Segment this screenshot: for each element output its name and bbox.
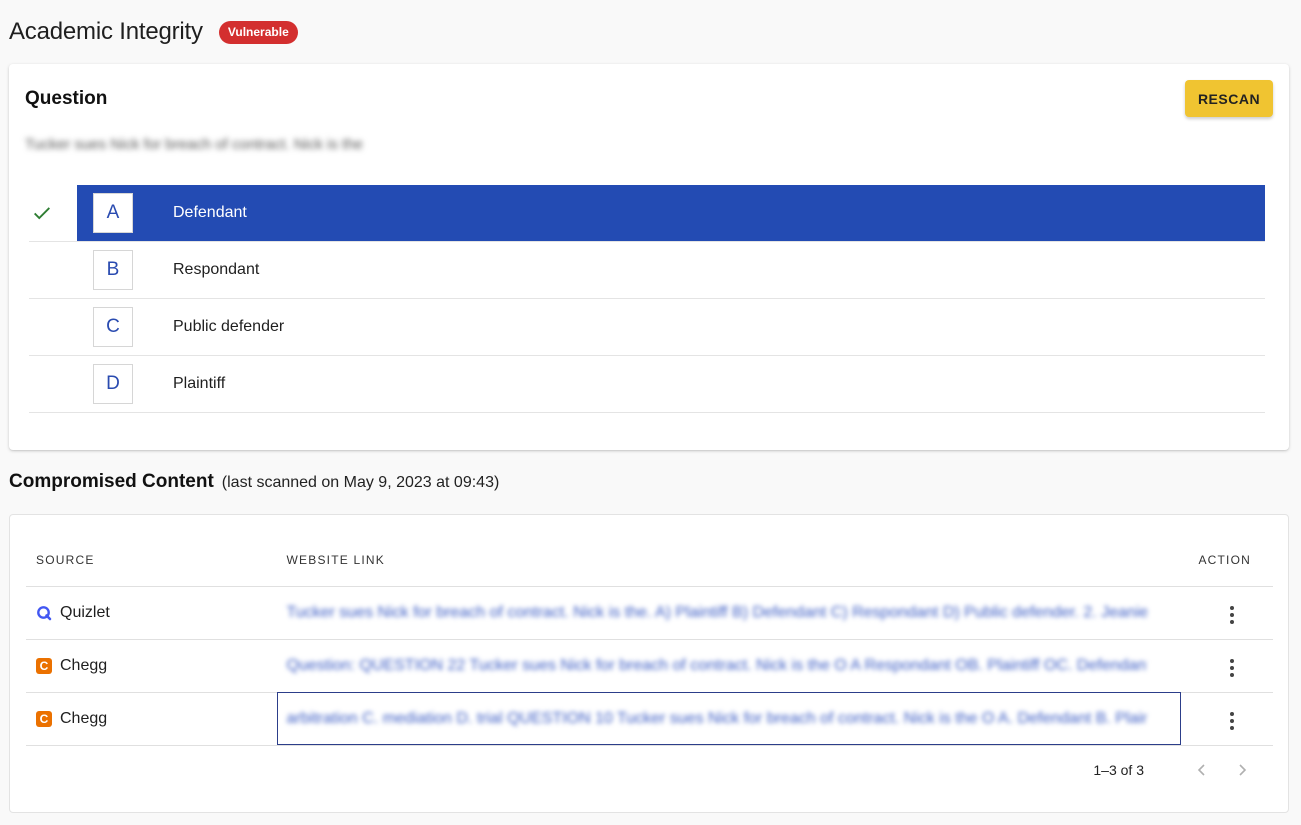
answer-body: A Defendant [77,185,1265,241]
question-text: Tucker sues Nick for breach of contract.… [25,136,363,153]
table-row: Quizlet Tucker sues Nick for breach of c… [26,586,1273,640]
answer-letter: B [93,250,133,290]
question-card: Question RESCAN Tucker sues Nick for bre… [9,64,1289,450]
table-row: C Chegg Question: QUESTION 22 Tucker sue… [26,639,1273,693]
answer-label: Respondant [173,261,260,278]
answer-indicator-empty [29,356,77,412]
answer-letter: D [93,364,133,404]
answer-letter: C [93,307,133,347]
website-link[interactable]: Question: QUESTION 22 Tucker sues Nick f… [276,639,1181,693]
page: Academic Integrity Vulnerable Question R… [0,0,1301,825]
answer-label: Plaintiff [173,375,226,392]
action-cell [1181,692,1273,746]
pagination-range: 1–3 of 3 [1093,762,1144,778]
answer-body: D Plaintiff [77,356,1265,412]
column-header-source: SOURCE [26,535,277,587]
website-link[interactable]: Tucker sues Nick for breach of contract.… [276,586,1181,640]
website-link[interactable]: arbitration C. mediation D. trial QUESTI… [276,692,1181,746]
answer-label: Defendant [173,204,247,221]
last-scanned-text: (last scanned on May 9, 2023 at 09:43) [221,474,500,491]
previous-page-button[interactable] [1190,758,1214,782]
source-cell: C Chegg [26,639,277,693]
compromised-title: Compromised Content [9,471,214,492]
next-page-button[interactable] [1230,758,1254,782]
table-row: C Chegg arbitration C. mediation D. tria… [26,692,1273,746]
answer-label: Public defender [173,318,285,335]
compromised-table: SOURCE WEBSITE LINK ACTION Quizlet Tucke… [26,535,1273,746]
column-header-link: WEBSITE LINK [276,535,1181,587]
action-cell [1181,586,1273,640]
chegg-icon: C [36,657,52,674]
answer-option-b[interactable]: B Respondant [29,242,1265,299]
pagination: 1–3 of 3 [1093,758,1254,782]
table-header-row: SOURCE WEBSITE LINK ACTION [26,535,1273,587]
answer-indicator-empty [29,299,77,355]
chegg-icon: C [36,710,52,727]
correct-answer-indicator [29,185,77,241]
answer-option-d[interactable]: D Plaintiff [29,356,1265,413]
answer-list: A Defendant B Respondant C Public defend… [29,185,1265,413]
source-cell: Quizlet [26,586,277,640]
answer-letter: A [93,193,133,233]
more-actions-icon[interactable] [1224,655,1240,681]
chevron-right-icon [1239,764,1247,776]
answer-indicator-empty [29,242,77,298]
quizlet-icon [36,605,52,621]
compromised-content-card: SOURCE WEBSITE LINK ACTION Quizlet Tucke… [9,514,1289,813]
source-name: Quizlet [60,603,110,621]
page-header: Academic Integrity Vulnerable [9,16,298,48]
answer-option-c[interactable]: C Public defender [29,299,1265,356]
check-icon [34,207,50,220]
action-cell [1181,639,1273,693]
chevron-left-icon [1197,764,1205,776]
source-name: Chegg [60,709,108,727]
answer-body: B Respondant [77,242,1265,298]
question-heading: Question [25,88,108,109]
source-name: Chegg [60,656,108,674]
source-cell: C Chegg [26,692,277,746]
column-header-action: ACTION [1181,535,1273,587]
answer-body: C Public defender [77,299,1265,355]
answer-option-a[interactable]: A Defendant [29,185,1265,242]
compromised-heading: Compromised Content (last scanned on May… [9,471,499,493]
rescan-button[interactable]: RESCAN [1185,80,1273,117]
more-actions-icon[interactable] [1224,602,1240,628]
status-badge: Vulnerable [218,20,298,44]
more-actions-icon[interactable] [1224,708,1240,734]
page-title: Academic Integrity [9,18,203,45]
